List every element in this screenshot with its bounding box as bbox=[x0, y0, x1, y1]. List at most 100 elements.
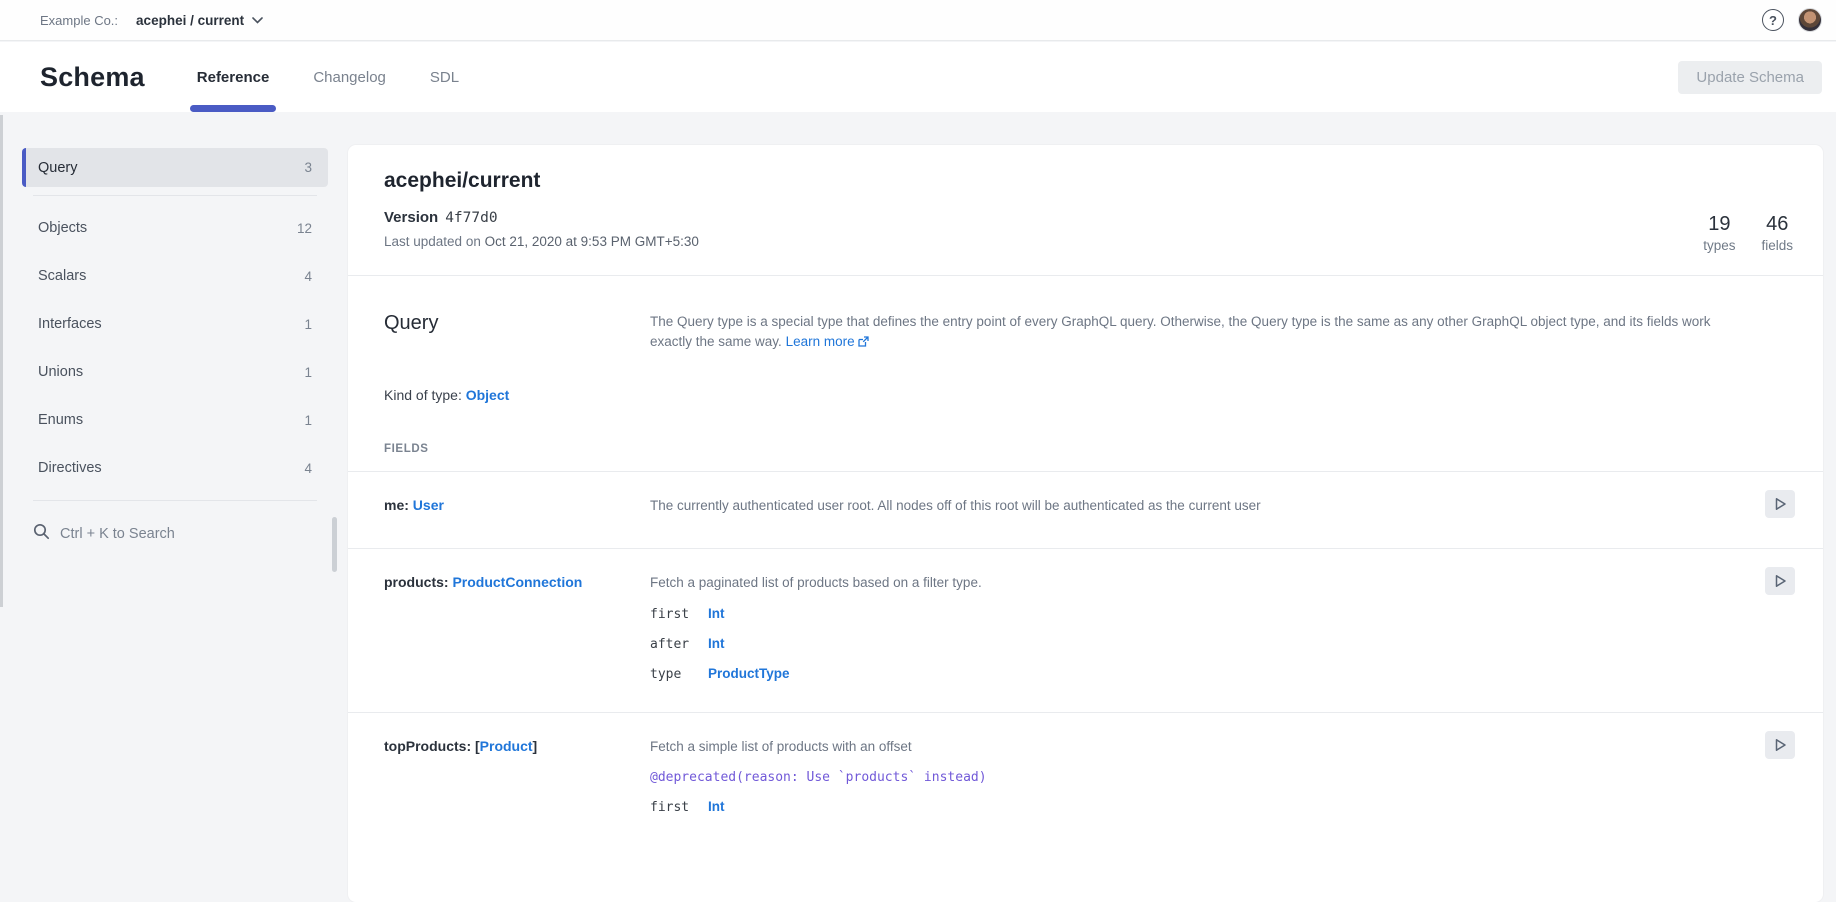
sidebar-item-count: 3 bbox=[304, 160, 312, 175]
last-updated-line: Last updated on Oct 21, 2020 at 9:53 PM … bbox=[384, 234, 1795, 249]
stat-types-value: 19 bbox=[1703, 213, 1735, 236]
help-icon[interactable]: ? bbox=[1762, 9, 1784, 31]
deprecated-directive: @deprecated(reason: Use `products` inste… bbox=[650, 770, 1765, 785]
kind-label: Kind of type: bbox=[384, 387, 462, 403]
page-title: Schema bbox=[40, 62, 145, 93]
version-value: 4f77d0 bbox=[445, 210, 497, 226]
arg-type-link[interactable]: Int bbox=[708, 636, 725, 651]
field-type-link[interactable]: Product bbox=[480, 738, 533, 754]
sidebar-item-label: Scalars bbox=[38, 268, 86, 284]
arg-row: first Int bbox=[650, 799, 1765, 815]
tab-reference[interactable]: Reference bbox=[197, 42, 270, 112]
sidebar-item-interfaces[interactable]: Interfaces 1 bbox=[22, 300, 328, 348]
field-name: me: bbox=[384, 497, 409, 513]
graph-selector-value: acephei / current bbox=[136, 13, 244, 28]
tab-changelog[interactable]: Changelog bbox=[313, 42, 386, 112]
kind-of-type-line: Kind of type: Object bbox=[348, 353, 1823, 403]
arg-row: first Int bbox=[650, 606, 1765, 622]
field-detail: Fetch a simple list of products with an … bbox=[650, 737, 1765, 815]
arg-type-link[interactable]: Int bbox=[708, 606, 725, 621]
sidebar-item-label: Enums bbox=[38, 412, 83, 428]
field-detail: Fetch a paginated list of products based… bbox=[650, 573, 1765, 682]
arg-name: first bbox=[650, 800, 708, 815]
field-detail: The currently authenticated user root. A… bbox=[650, 496, 1765, 518]
version-line: Version 4f77d0 bbox=[384, 209, 1795, 226]
sidebar-divider bbox=[33, 500, 317, 501]
body: Query 3 Objects 12 Scalars 4 Interfaces … bbox=[0, 112, 1836, 882]
kind-value-link[interactable]: Object bbox=[466, 387, 510, 403]
sidebar-item-unions[interactable]: Unions 1 bbox=[22, 348, 328, 396]
sidebar: Query 3 Objects 12 Scalars 4 Interfaces … bbox=[22, 148, 328, 559]
field-signature: me: User bbox=[384, 496, 650, 518]
window-edge-divider bbox=[0, 115, 3, 607]
sidebar-item-enums[interactable]: Enums 1 bbox=[22, 396, 328, 444]
field-args: first Int bbox=[650, 799, 1765, 815]
sidebar-item-count: 4 bbox=[304, 461, 312, 476]
sidebar-item-count: 1 bbox=[304, 317, 312, 332]
type-header-section: Query The Query type is a special type t… bbox=[348, 276, 1823, 353]
field-signature: products: ProductConnection bbox=[384, 573, 650, 682]
sidebar-item-label: Directives bbox=[38, 460, 102, 476]
sidebar-item-scalars[interactable]: Scalars 4 bbox=[22, 252, 328, 300]
run-field-button[interactable] bbox=[1765, 567, 1795, 595]
arg-name: first bbox=[650, 607, 708, 622]
topbar-right: ? bbox=[1762, 8, 1822, 32]
org-label: Example Co.: bbox=[40, 13, 118, 28]
tab-sdl[interactable]: SDL bbox=[430, 42, 459, 112]
stat-types-label: types bbox=[1703, 238, 1735, 253]
stat-fields: 46 fields bbox=[1761, 213, 1793, 253]
search-hint: Ctrl + K to Search bbox=[60, 526, 175, 542]
play-icon bbox=[1774, 497, 1787, 511]
arg-name: type bbox=[650, 667, 708, 682]
run-field-button[interactable] bbox=[1765, 490, 1795, 518]
top-bar: Example Co.: acephei / current ? bbox=[0, 0, 1836, 41]
field-type-link[interactable]: User bbox=[413, 497, 444, 513]
play-icon bbox=[1774, 738, 1787, 752]
arg-row: type ProductType bbox=[650, 666, 1765, 682]
schema-stats: 19 types 46 fields bbox=[1703, 213, 1793, 253]
field-signature: topProducts: [Product] bbox=[384, 737, 650, 815]
sidebar-item-query[interactable]: Query 3 bbox=[22, 148, 328, 187]
field-row-me: me: User The currently authenticated use… bbox=[348, 472, 1823, 548]
graph-selector[interactable]: acephei / current bbox=[136, 11, 263, 29]
field-row-products: products: ProductConnection Fetch a pagi… bbox=[348, 549, 1823, 712]
external-link-icon bbox=[858, 333, 869, 353]
sidebar-item-label: Interfaces bbox=[38, 316, 102, 332]
sidebar-divider bbox=[33, 195, 317, 196]
sidebar-item-objects[interactable]: Objects 12 bbox=[22, 204, 328, 252]
sidebar-item-count: 1 bbox=[304, 413, 312, 428]
sidebar-scrollbar[interactable] bbox=[332, 517, 337, 572]
sidebar-item-count: 4 bbox=[304, 269, 312, 284]
field-description: The currently authenticated user root. A… bbox=[650, 496, 1765, 515]
learn-more-link[interactable]: Learn more bbox=[786, 334, 869, 349]
field-name-suffix: ] bbox=[533, 738, 538, 754]
fields-section-label: FIELDS bbox=[348, 403, 1823, 471]
arg-type-link[interactable]: ProductType bbox=[708, 666, 790, 681]
schema-card: acephei/current Version4f77d0 Last updat… bbox=[348, 145, 1823, 902]
type-name: Query bbox=[384, 312, 650, 335]
arg-type-link[interactable]: Int bbox=[708, 799, 725, 814]
field-description: Fetch a paginated list of products based… bbox=[650, 573, 1765, 592]
play-icon bbox=[1774, 574, 1787, 588]
stat-fields-value: 46 bbox=[1761, 213, 1793, 236]
field-row-topproducts: topProducts: [Product] Fetch a simple li… bbox=[348, 713, 1823, 845]
schema-card-header: acephei/current Version4f77d0 Last updat… bbox=[348, 145, 1823, 275]
field-type-link[interactable]: ProductConnection bbox=[452, 574, 582, 590]
type-description: The Query type is a special type that de… bbox=[650, 312, 1735, 353]
sidebar-item-directives[interactable]: Directives 4 bbox=[22, 444, 328, 492]
page-header: Schema Reference Changelog SDL Update Sc… bbox=[0, 42, 1836, 112]
run-field-button[interactable] bbox=[1765, 731, 1795, 759]
chevron-down-icon bbox=[252, 11, 263, 29]
field-args: first Int after Int type ProductType bbox=[650, 606, 1765, 682]
sidebar-item-label: Unions bbox=[38, 364, 83, 380]
avatar[interactable] bbox=[1798, 8, 1822, 32]
field-description: Fetch a simple list of products with an … bbox=[650, 737, 1765, 756]
search-icon bbox=[33, 523, 50, 545]
sidebar-item-label: Query bbox=[38, 160, 78, 176]
search-trigger[interactable]: Ctrl + K to Search bbox=[22, 509, 328, 559]
version-label: Version bbox=[384, 209, 438, 226]
arg-name: after bbox=[650, 637, 708, 652]
update-schema-button[interactable]: Update Schema bbox=[1678, 61, 1822, 94]
type-desc-col: The Query type is a special type that de… bbox=[650, 312, 1795, 353]
type-name-col: Query bbox=[384, 312, 650, 353]
